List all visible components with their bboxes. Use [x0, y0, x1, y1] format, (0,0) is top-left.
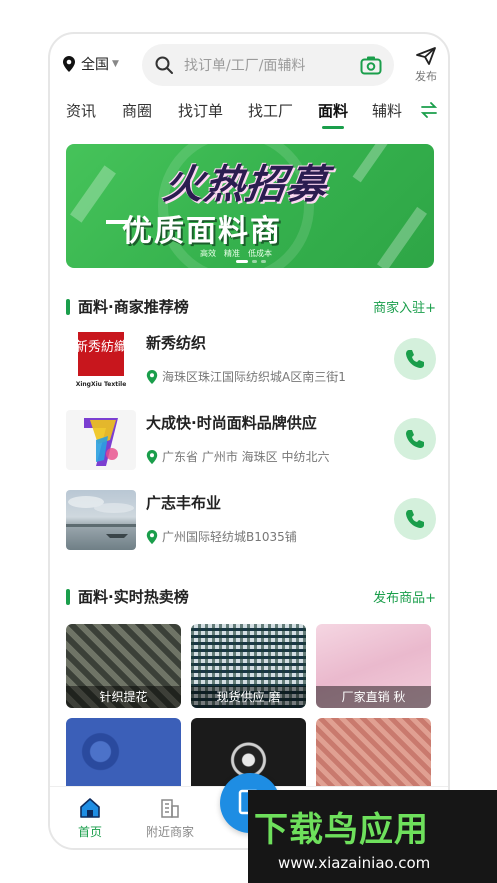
merchant-join-link[interactable]: 商家入驻+: [373, 297, 436, 316]
publish-product-link[interactable]: 发布商品+: [373, 587, 436, 606]
tab-find-factory[interactable]: 找工厂: [248, 100, 293, 121]
merchant-name: 新秀纺织: [146, 334, 207, 352]
publish-label: 发布: [415, 70, 437, 83]
watermark: 下载鸟应用 www.xiazainiao.com: [248, 790, 497, 883]
banner-title-bottom: 优质面料商: [122, 214, 282, 249]
merchant-photo: [66, 490, 136, 550]
phone-icon: [406, 510, 424, 528]
product-caption: 现货供应 磨: [191, 686, 306, 708]
merchant-address-text: 海珠区珠江国际纺织城A区南三街1: [162, 370, 346, 384]
location-selector[interactable]: 全国 ▼: [62, 54, 119, 74]
category-tabs: 资讯 商圈 找订单 找工厂 面料 辅料: [50, 100, 448, 134]
section-title: 面料·实时热卖榜: [78, 588, 189, 606]
merchant-address: 广东省 广州市 海珠区 中纺北六: [146, 448, 329, 465]
pagination-dot: [261, 260, 266, 263]
tab-fabric[interactable]: 面料: [318, 100, 348, 121]
banner-stripe: [352, 144, 390, 183]
call-button[interactable]: [394, 498, 436, 540]
building-icon: [161, 799, 179, 818]
tab-find-orders[interactable]: 找订单: [178, 100, 223, 121]
merchant-name: 广志丰布业: [146, 494, 222, 512]
banner-tag: 低成本: [248, 249, 272, 258]
merchant-section-header: 面料·商家推荐榜 商家入驻+: [66, 296, 436, 318]
merchant-item[interactable]: 大成快·时尚面料品牌供应 广东省 广州市 海珠区 中纺北六: [66, 410, 436, 476]
merchant-address-text: 广州国际轻纺城B1035铺: [162, 530, 297, 544]
publish-button[interactable]: 发布: [408, 46, 444, 84]
location-pin-icon: [146, 369, 158, 384]
banner-pagination: [236, 260, 266, 263]
banner-stripe: [377, 206, 427, 268]
merchant-address: 海珠区珠江国际纺织城A区南三街1: [146, 368, 346, 385]
merchant-logo: 新秀紡織 XingXiu Textile: [66, 330, 136, 390]
send-icon: [416, 47, 436, 65]
section-marker: [66, 589, 70, 605]
merchant-item[interactable]: 新秀紡織 XingXiu Textile 新秀纺织 海珠区珠江国际纺织城A区南三…: [66, 330, 436, 396]
search-bar[interactable]: 找订单/工厂/面辅料: [142, 44, 394, 86]
product-card[interactable]: 针织提花: [66, 624, 181, 708]
call-button[interactable]: [394, 418, 436, 460]
home-icon: [80, 798, 100, 818]
tab-news[interactable]: 资讯: [66, 100, 96, 121]
watermark-title: 下载鸟应用: [254, 810, 429, 850]
phone-icon: [406, 350, 424, 368]
search-icon: [155, 56, 173, 74]
banner-title-top: 火热招募: [160, 162, 331, 208]
product-card[interactable]: 现货供应 磨: [191, 624, 306, 708]
product-caption: 厂家直销 秋: [316, 686, 431, 708]
phone-frame: 全国 ▼ 找订单/工厂/面辅料 发布 资讯 商圈 找订单 找工厂 面料 辅料 火…: [48, 32, 450, 850]
phone-icon: [406, 430, 424, 448]
call-button[interactable]: [394, 338, 436, 380]
hot-section-header: 面料·实时热卖榜 发布商品+: [66, 586, 436, 608]
nav-home[interactable]: 首页: [60, 797, 120, 840]
pagination-dot: [252, 260, 257, 263]
active-tab-indicator: [322, 126, 344, 129]
merchant-address: 广州国际轻纺城B1035铺: [146, 528, 297, 545]
tab-accessories[interactable]: 辅料: [372, 100, 402, 121]
nav-nearby-label: 附近商家: [145, 825, 194, 839]
banner-tag: 高效: [200, 249, 216, 258]
top-bar: 全国 ▼ 找订单/工厂/面辅料 发布: [50, 42, 448, 88]
camera-icon[interactable]: [360, 55, 382, 75]
chevron-down-icon: ▼: [112, 59, 119, 69]
section-marker: [66, 299, 70, 315]
search-placeholder: 找订单/工厂/面辅料: [184, 58, 306, 74]
banner-tags: 高效 精准 低成本: [200, 248, 272, 259]
section-title: 面料·商家推荐榜: [78, 298, 189, 316]
banner-stripe: [70, 165, 116, 223]
logo-text: 新秀紡織: [75, 339, 127, 355]
merchant-name: 大成快·时尚面料品牌供应: [146, 414, 317, 432]
location-pin-icon: [146, 529, 158, 544]
watermark-url: www.xiazainiao.com: [278, 854, 431, 872]
product-card[interactable]: 厂家直销 秋: [316, 624, 431, 708]
tab-business-circle[interactable]: 商圈: [122, 100, 152, 121]
promo-banner[interactable]: 火热招募 优质面料商 高效 精准 低成本: [66, 144, 434, 268]
nav-nearby[interactable]: 附近商家: [140, 797, 200, 840]
pagination-dot: [236, 260, 248, 263]
logo-subtext: XingXiu Textile: [76, 381, 127, 388]
merchant-item[interactable]: 广志丰布业 广州国际轻纺城B1035铺: [66, 490, 436, 556]
merchant-logo: [66, 410, 136, 470]
merchant-address-text: 广东省 广州市 海珠区 中纺北六: [162, 450, 330, 464]
banner-tag: 精准: [224, 249, 240, 258]
location-label: 全国: [81, 57, 109, 73]
swap-icon[interactable]: [420, 102, 438, 118]
location-pin-icon: [63, 56, 75, 72]
location-pin-icon: [146, 449, 158, 464]
product-caption: 针织提花: [66, 686, 181, 708]
nav-home-label: 首页: [77, 825, 102, 839]
